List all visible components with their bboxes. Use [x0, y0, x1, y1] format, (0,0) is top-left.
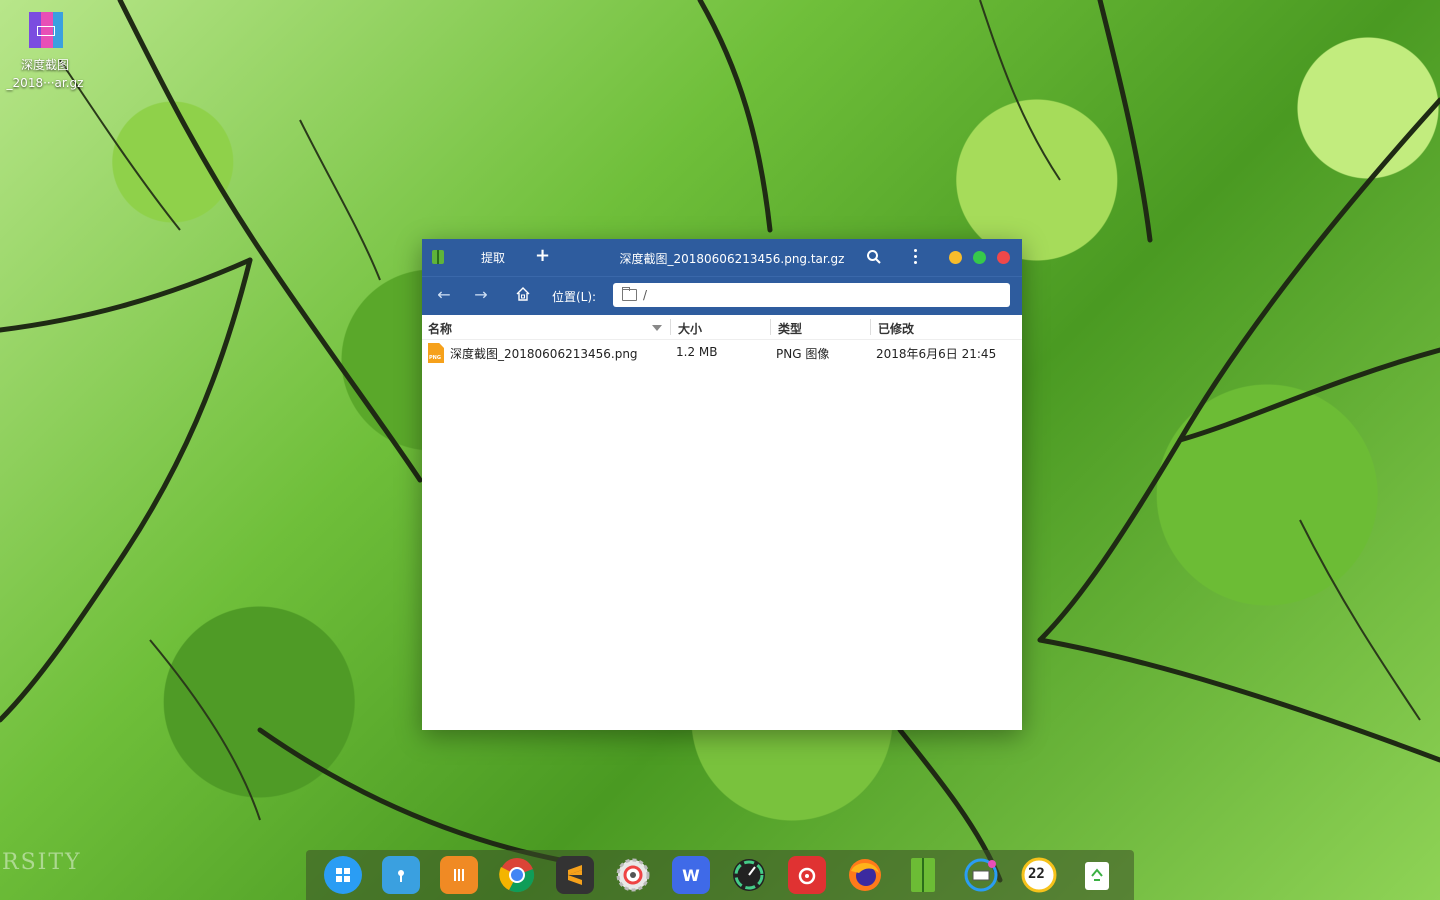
column-header-type[interactable]: 类型 — [778, 320, 802, 337]
window-title: 深度截图_20180606213456.png.tar.gz — [619, 252, 845, 266]
file-modified: 2018年6月6日 21:45 — [876, 347, 997, 361]
search-icon[interactable] — [866, 249, 882, 265]
firefox-icon[interactable] — [846, 856, 884, 894]
menu-icon[interactable] — [912, 249, 918, 265]
archive-manager-window: 提取 + 深度截图_20180606213456.png.tar.gz ← → … — [422, 239, 1022, 730]
location-path: / — [643, 288, 648, 302]
file-name: 深度截图_20180606213456.png — [450, 347, 638, 361]
back-arrow-icon[interactable]: ← — [435, 286, 453, 304]
column-separator — [870, 319, 871, 335]
file-list-header: 名称 大小 类型 已修改 — [422, 315, 1022, 340]
maximize-button[interactable] — [973, 251, 986, 264]
column-separator — [770, 319, 771, 335]
column-separator — [670, 319, 671, 335]
titlebar: 提取 + 深度截图_20180606213456.png.tar.gz — [422, 239, 1022, 276]
netease-music-icon[interactable] — [788, 856, 826, 894]
home-icon[interactable] — [514, 286, 532, 304]
file-type: PNG 图像 — [776, 347, 830, 361]
png-file-icon: PNG — [428, 343, 444, 363]
folder-icon — [622, 287, 637, 301]
clock-icon[interactable]: 22 — [1020, 856, 1058, 894]
location-label: 位置(L): — [552, 290, 597, 304]
column-header-size[interactable]: 大小 — [678, 320, 702, 337]
system-monitor-icon[interactable] — [730, 856, 768, 894]
column-header-modified[interactable]: 已修改 — [878, 320, 914, 337]
trash-icon[interactable] — [1078, 856, 1116, 894]
file-row[interactable]: PNG 深度截图_20180606213456.png 1.2 MB PNG 图… — [422, 340, 1022, 366]
launcher-icon[interactable] — [324, 856, 362, 894]
forward-arrow-icon[interactable]: → — [472, 286, 490, 304]
archive-file-icon — [25, 10, 65, 50]
dock: W 22 — [306, 850, 1134, 900]
navigation-bar: ← → 位置(L): / — [422, 276, 1022, 315]
close-button[interactable] — [997, 251, 1010, 264]
wps-writer-icon[interactable]: W — [672, 856, 710, 894]
location-input[interactable]: / — [613, 283, 1010, 307]
minimize-button[interactable] — [949, 251, 962, 264]
settings-icon[interactable] — [614, 856, 652, 894]
app-store-icon[interactable] — [440, 856, 478, 894]
column-header-name[interactable]: 名称 — [428, 320, 452, 337]
onboard-keyboard-icon[interactable] — [962, 856, 1000, 894]
desktop-archive-icon[interactable]: 深度截图 _2018···ar.gz — [6, 8, 84, 92]
file-manager-icon[interactable] — [382, 856, 420, 894]
chrome-icon[interactable] — [498, 856, 536, 894]
wallpaper-watermark: RSITY — [2, 850, 82, 875]
file-size: 1.2 MB — [676, 345, 718, 359]
clock-text: 22 — [1028, 866, 1045, 882]
archive-manager-icon[interactable] — [904, 856, 942, 894]
sublime-text-icon[interactable] — [556, 856, 594, 894]
desktop-icon-sublabel: _2018···ar.gz — [6, 76, 84, 90]
desktop-icon-label: 深度截图 — [20, 58, 69, 72]
sort-down-icon[interactable] — [652, 325, 662, 331]
